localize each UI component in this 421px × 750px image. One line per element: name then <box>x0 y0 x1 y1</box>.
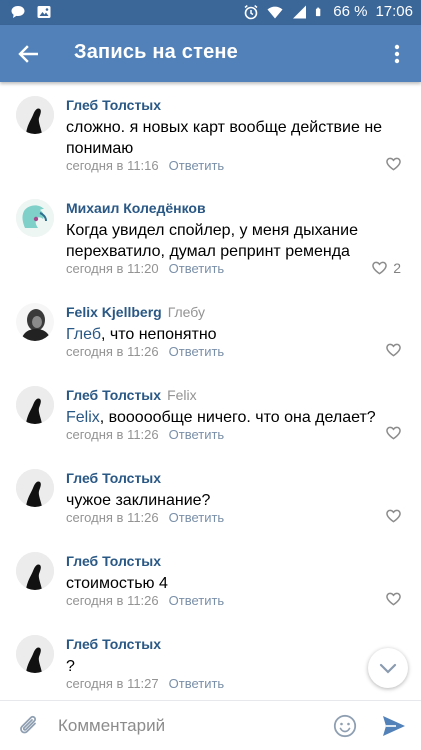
reply-to-user[interactable]: Глебу <box>168 304 205 320</box>
wifi-icon <box>267 6 283 19</box>
heart-icon <box>386 426 401 440</box>
comment-meta: сегодня в 11:26 Ответить <box>66 427 224 442</box>
paperclip-icon <box>20 715 36 734</box>
like-button[interactable] <box>386 592 401 606</box>
avatar[interactable] <box>16 635 54 673</box>
comment-time: сегодня в 11:26 <box>66 593 159 608</box>
reply-button[interactable]: Ответить <box>169 676 225 691</box>
comment-time: сегодня в 11:20 <box>66 261 159 276</box>
comments-feed[interactable]: Глеб Толстых сложно. я новых карт вообще… <box>0 82 421 700</box>
comment-author[interactable]: Глеб Толстых <box>66 470 161 486</box>
comment-text: Felix, воооообще ничего. что она делает? <box>66 407 406 428</box>
reply-button[interactable]: Ответить <box>169 593 225 608</box>
comment-text: стоимостью 4 <box>66 575 168 592</box>
clock: 17:06 <box>375 3 413 20</box>
comment-meta: сегодня в 11:27 Ответить <box>66 676 224 691</box>
mention-link[interactable]: Глеб <box>66 326 101 343</box>
back-arrow-icon <box>18 45 38 63</box>
heart-icon <box>386 592 401 606</box>
avatar[interactable] <box>16 96 54 134</box>
attach-button[interactable] <box>16 713 42 739</box>
comment-body: , воооообще ничего. что она делает? <box>99 409 376 426</box>
like-button[interactable] <box>386 157 401 171</box>
like-button[interactable]: 2 <box>372 260 401 276</box>
heart-icon <box>386 157 401 171</box>
send-icon[interactable] <box>381 714 407 738</box>
avatar[interactable] <box>16 386 54 424</box>
heart-icon <box>386 509 401 523</box>
author-name[interactable]: Глеб Толстых <box>66 387 161 403</box>
comment-text: чужое заклинание? <box>66 492 211 509</box>
comment-meta: сегодня в 11:16 Ответить <box>66 158 224 173</box>
avatar-silhouette-icon <box>16 386 54 424</box>
reply-button[interactable]: Ответить <box>169 427 225 442</box>
emoji-icon[interactable] <box>333 714 357 738</box>
comment-meta: сегодня в 11:26 Ответить <box>66 593 224 608</box>
avatar-silhouette-icon <box>16 552 54 590</box>
author-name[interactable]: Felix Kjellberg <box>66 304 162 320</box>
alarm-icon <box>244 4 258 19</box>
comment-text: Когда увидел спойлер, у меня дыхание пер… <box>66 222 358 260</box>
avatar[interactable] <box>16 469 54 507</box>
battery-icon <box>316 7 321 16</box>
comment-time: сегодня в 11:16 <box>66 158 159 173</box>
avatar-pony-icon <box>16 199 54 237</box>
reply-to-user[interactable]: Felix <box>167 387 197 403</box>
signal-icon <box>293 5 307 18</box>
app-bar: Запись на стене <box>0 25 421 82</box>
comment-meta: сегодня в 11:26 Ответить <box>66 510 224 525</box>
comment-author[interactable]: Михаил Коледёнков <box>66 200 206 216</box>
reply-button[interactable]: Ответить <box>169 158 225 173</box>
avatar-silhouette-icon <box>16 96 54 134</box>
chat-bubble-icon <box>11 6 25 18</box>
heart-icon <box>386 343 401 357</box>
comment-time: сегодня в 11:26 <box>66 427 159 442</box>
scroll-to-bottom-button[interactable] <box>368 648 408 688</box>
comment-text: Глеб, что непонятно <box>66 324 406 345</box>
comment-text: сложно. я новых карт вообще действие не … <box>66 119 383 157</box>
avatar[interactable] <box>16 303 54 341</box>
reply-button[interactable]: Ответить <box>169 510 225 525</box>
chevron-down-icon <box>379 663 397 674</box>
like-count: 2 <box>393 260 401 276</box>
avatar[interactable] <box>16 552 54 590</box>
comment-input[interactable] <box>58 711 318 741</box>
comment-body: , что непонятно <box>100 326 217 343</box>
reply-button[interactable]: Ответить <box>169 344 225 359</box>
avatar[interactable] <box>16 199 54 237</box>
like-button[interactable] <box>386 343 401 357</box>
like-button[interactable] <box>386 509 401 523</box>
avatar-silhouette-icon <box>16 469 54 507</box>
comment-text: ? <box>66 658 75 675</box>
back-button[interactable] <box>10 37 46 71</box>
status-bar: 66 % 17:06 <box>0 0 421 25</box>
comment-author[interactable]: Глеб Толстых <box>66 636 161 652</box>
avatar-photo-icon <box>16 303 54 341</box>
more-options-button[interactable] <box>385 39 409 69</box>
comment-composer <box>0 700 421 750</box>
comment-meta: сегодня в 11:26 Ответить <box>66 344 224 359</box>
page-title: Запись на стене <box>74 41 239 63</box>
comment-time: сегодня в 11:26 <box>66 344 159 359</box>
comment-author[interactable]: Глеб Толстых <box>66 97 161 113</box>
heart-icon <box>372 261 388 275</box>
comment-author[interactable]: Глеб Толстых Felix <box>66 387 197 403</box>
avatar-silhouette-icon <box>16 635 54 673</box>
comment-author[interactable]: Felix Kjellberg Глебу <box>66 304 205 320</box>
mention-link[interactable]: Felix <box>66 409 100 426</box>
comment-time: сегодня в 11:27 <box>66 676 159 691</box>
comment-meta: сегодня в 11:20 Ответить <box>66 261 224 276</box>
reply-button[interactable]: Ответить <box>169 261 225 276</box>
more-vert-icon <box>394 44 400 64</box>
like-button[interactable] <box>386 426 401 440</box>
comment-time: сегодня в 11:26 <box>66 510 159 525</box>
image-icon <box>37 6 51 18</box>
battery-level: 66 % <box>333 3 368 20</box>
comment-author[interactable]: Глеб Толстых <box>66 553 161 569</box>
